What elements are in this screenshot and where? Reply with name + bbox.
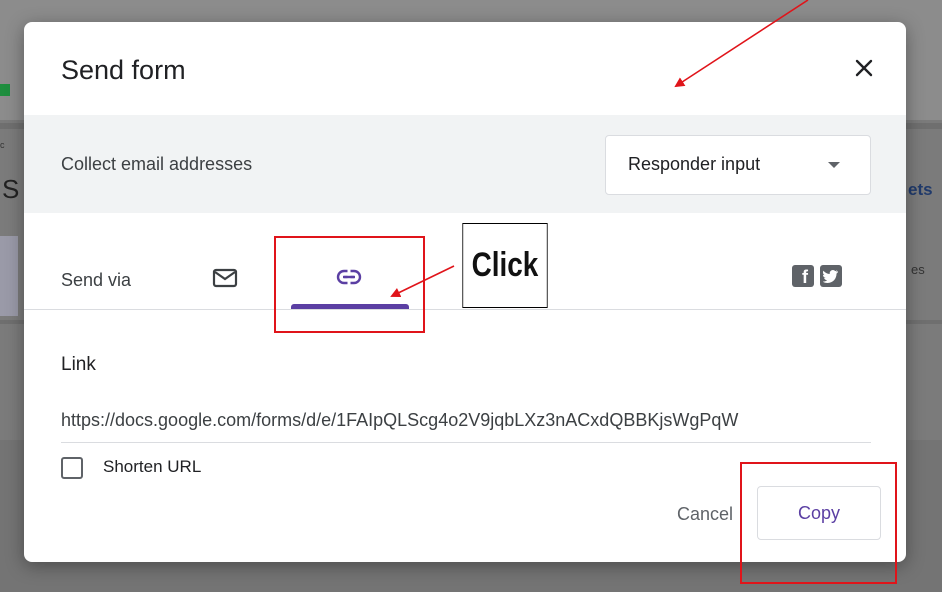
section-divider [24, 309, 906, 310]
background-text: es [911, 262, 925, 277]
background-card [0, 236, 18, 316]
background-title-fragment: S [2, 174, 20, 204]
copy-button-highlight [740, 462, 897, 584]
close-icon [855, 59, 873, 77]
dialog-title: Send form [61, 55, 186, 85]
background-logo-fragment [0, 84, 10, 96]
tab-email[interactable] [202, 258, 248, 298]
shorten-url-checkbox[interactable] [61, 457, 83, 479]
cancel-button[interactable]: Cancel [665, 494, 745, 534]
chevron-down-icon [828, 162, 840, 168]
link-label: Link [61, 354, 96, 375]
link-url-text: https://docs.google.com/forms/d/e/1FAIpQ… [61, 410, 739, 430]
collect-email-dropdown[interactable]: Responder input [605, 135, 871, 195]
dropdown-selected-value: Responder input [628, 154, 761, 174]
email-icon [212, 268, 238, 288]
background-sheets-link: ets [908, 180, 933, 199]
facebook-icon: f [802, 267, 808, 287]
twitter-share-button[interactable] [820, 265, 842, 287]
link-url-field[interactable]: https://docs.google.com/forms/d/e/1FAIpQ… [61, 402, 871, 443]
close-button[interactable] [840, 48, 888, 88]
collect-email-label: Collect email addresses [61, 154, 253, 174]
background-text: c [0, 140, 5, 150]
collect-email-section: Collect email addresses Responder input [24, 115, 906, 213]
click-callout: Click [462, 223, 548, 308]
facebook-share-button[interactable]: f [792, 265, 814, 287]
link-tab-highlight [274, 236, 425, 333]
shorten-url-label: Shorten URL [103, 457, 202, 476]
send-via-label: Send via [61, 270, 132, 290]
twitter-icon [823, 270, 838, 283]
